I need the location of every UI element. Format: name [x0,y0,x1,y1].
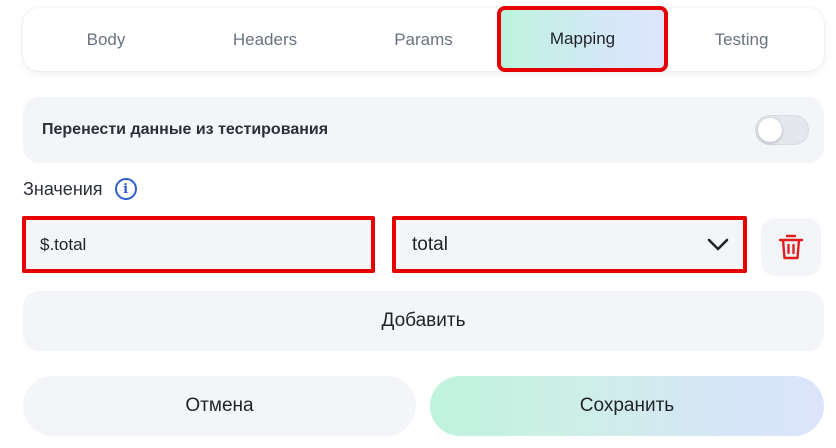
tab-mapping[interactable]: Mapping [497,6,668,72]
field-select-value: total [412,233,448,255]
tab-bar: Body Headers Params Mapping Testing [23,6,824,72]
json-path-input[interactable] [22,216,375,273]
toggle-knob [758,118,782,142]
info-icon[interactable]: i [114,178,137,200]
transfer-data-row: Перенести данные из тестирования [23,97,824,163]
delete-mapping-button[interactable] [761,218,821,276]
cancel-button[interactable]: Отмена [23,376,416,436]
tab-params[interactable]: Params [341,8,506,71]
save-button[interactable]: Сохранить [430,376,824,436]
tab-body[interactable]: Body [23,8,189,71]
transfer-data-label: Перенести данные из тестирования [42,121,329,138]
tab-testing[interactable]: Testing [659,8,824,71]
add-mapping-button[interactable]: Добавить [23,291,824,351]
field-select[interactable]: total [392,216,747,273]
trash-icon [778,234,804,260]
chevron-down-icon [707,238,729,251]
values-header: Значения i [23,178,137,200]
tab-headers[interactable]: Headers [189,8,341,71]
values-label: Значения [23,178,103,199]
transfer-data-toggle[interactable] [755,115,809,145]
